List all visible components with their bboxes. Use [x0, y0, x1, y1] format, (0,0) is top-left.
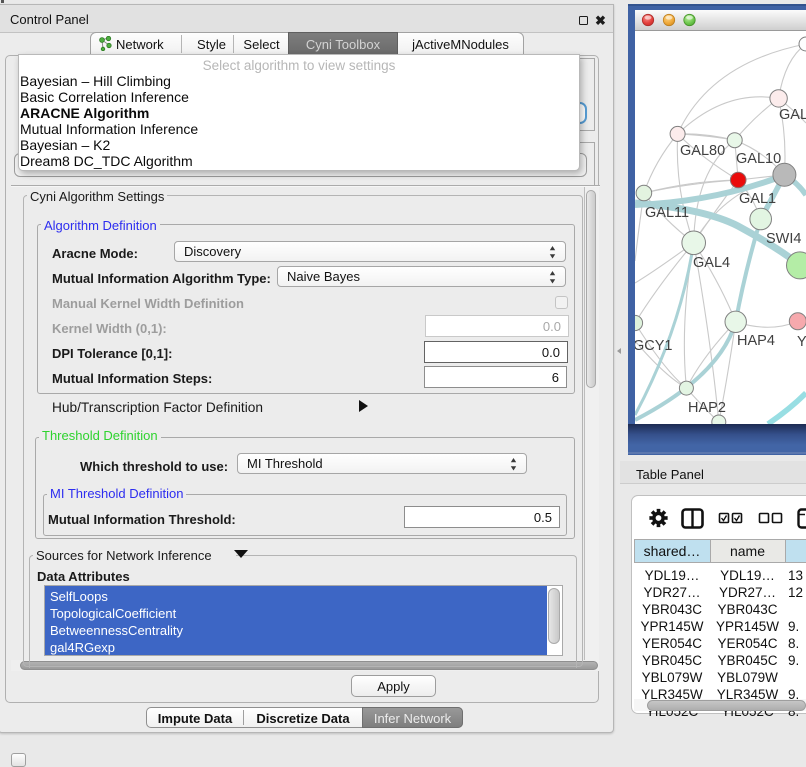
svg-text:GAL: GAL [779, 107, 806, 123]
svg-text:GAL1: GAL1 [739, 191, 776, 207]
svg-text:HAP2: HAP2 [688, 400, 726, 416]
svg-text:GCY1: GCY1 [635, 338, 673, 354]
svg-text:GAL80: GAL80 [680, 143, 725, 159]
svg-text:GAL11: GAL11 [645, 205, 689, 221]
svg-text:GAL4: GAL4 [693, 255, 730, 271]
svg-text:Y: Y [797, 334, 806, 350]
svg-text:HAP4: HAP4 [737, 333, 775, 349]
svg-text:SWI4: SWI4 [766, 231, 801, 247]
svg-text:GAL10: GAL10 [736, 151, 781, 167]
